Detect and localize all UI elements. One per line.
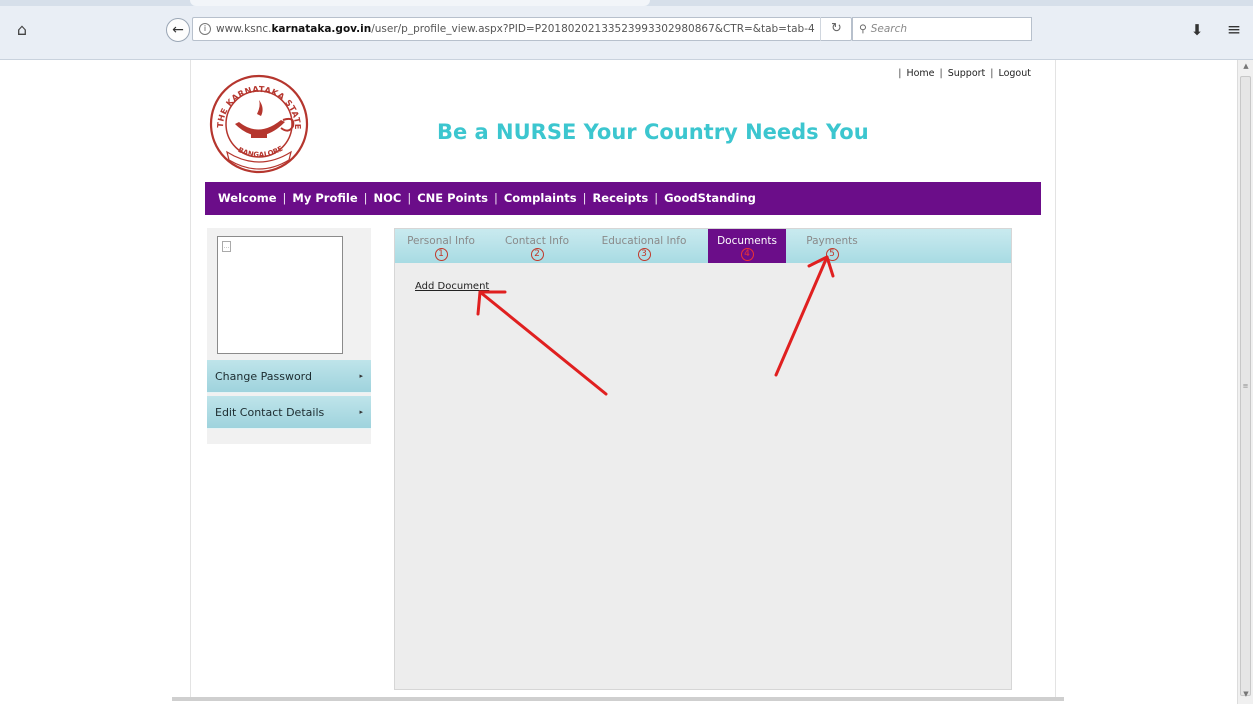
support-link[interactable]: Support [948,68,986,79]
nav-complaints[interactable]: Complaints [504,191,577,205]
logout-link[interactable]: Logout [998,68,1031,79]
chevron-right-icon: ▸ [359,408,363,416]
search-input[interactable]: ⚲ Search [852,17,1032,41]
tab-educational-info-label: Educational Info [601,235,687,247]
profile-photo: … [217,236,343,354]
home-link[interactable]: Home [906,68,934,79]
home-icon[interactable]: ⌂ [12,20,32,40]
scroll-thumb[interactable]: ≡ [1240,76,1251,696]
tab-number-badge: 5 [825,248,839,261]
nav-noc[interactable]: NOC [374,191,402,205]
svg-text:BANGALORE: BANGALORE [237,144,285,159]
menu-icon[interactable]: ≡ [1224,20,1244,40]
address-bar[interactable]: i www.ksnc.karnataka.gov.in/user/p_profil… [192,17,852,41]
tab-number-badge: 1 [434,248,448,261]
reload-icon[interactable]: ↻ [820,17,852,41]
profile-tabs: Personal Info 1 Contact Info 2 Education… [395,229,1011,263]
tab-documents-label: Documents [717,235,777,247]
nav-goodstanding[interactable]: GoodStanding [664,191,756,205]
tab-payments-label: Payments [806,235,858,247]
search-placeholder: Search [870,23,908,35]
scroll-up-icon[interactable]: ▲ [1238,62,1253,74]
url-prefix: www.ksnc. [216,23,272,35]
broken-image-icon: … [222,241,231,252]
back-icon[interactable]: ← [166,18,190,42]
url-domain: karnataka.gov.in [271,23,372,35]
nav-my-profile[interactable]: My Profile [292,191,357,205]
tab-contact-info[interactable]: Contact Info 2 [499,229,575,263]
tagline: Be a NURSE Your Country Needs You [437,120,869,144]
tab-contact-info-label: Contact Info [504,235,570,247]
main-nav: Welcome | My Profile | NOC | CNE Points | Compla… [205,182,1041,215]
page-bottom-edge [172,697,1064,701]
search-icon: ⚲ [859,23,867,35]
nav-cne-points[interactable]: CNE Points [417,191,488,205]
tab-educational-info[interactable]: Educational Info 3 [595,229,693,263]
edit-contact-details-label: Edit Contact Details [215,406,325,419]
download-icon[interactable]: ⬇ [1188,20,1206,40]
edit-contact-details-button[interactable]: Edit Contact Details ▸ [207,396,371,429]
nav-receipts[interactable]: Receipts [592,191,648,205]
vertical-scrollbar[interactable]: ▲ ≡ ▼ [1237,60,1253,704]
chevron-right-icon: ▸ [359,372,363,380]
tab-number-badge: 2 [530,248,544,261]
browser-tab[interactable] [190,0,650,6]
info-icon[interactable]: i [199,23,211,35]
top-links: | Home | Support | Logout [898,68,1031,79]
logo-text-bottom: BANGALORE [237,144,285,159]
tab-strip [0,0,1253,6]
profile-sidebar: … Change Password ▸ Edit Contact Details… [207,228,371,444]
tab-personal-info-label: Personal Info [407,235,475,247]
tab-personal-info[interactable]: Personal Info 1 [401,229,481,263]
change-password-button[interactable]: Change Password ▸ [207,360,371,393]
tab-documents[interactable]: Documents 4 [708,229,786,263]
browser-toolbar: ⌂ ← i www.ksnc.karnataka.gov.in/user/p_pr… [0,0,1253,60]
scroll-down-icon[interactable]: ▼ [1238,690,1253,702]
change-password-label: Change Password [215,370,312,383]
tab-number-badge: 3 [637,248,651,261]
page-container: THE KARNATAKA STATE NURSING COUNCIL BANG… [190,60,1056,698]
add-document-link[interactable]: Add Document [415,281,489,292]
nav-welcome[interactable]: Welcome [218,191,277,205]
tab-payments[interactable]: Payments 5 [797,229,867,263]
profile-content: Personal Info 1 Contact Info 2 Education… [394,228,1012,690]
tab-number-badge: 4 [740,248,754,261]
council-logo: THE KARNATAKA STATE NURSING COUNCIL BANG… [205,68,309,174]
scroll-grip-icon: ≡ [1242,382,1249,390]
url-path: /user/p_profile_view.aspx?PID=P201802021… [371,23,815,35]
